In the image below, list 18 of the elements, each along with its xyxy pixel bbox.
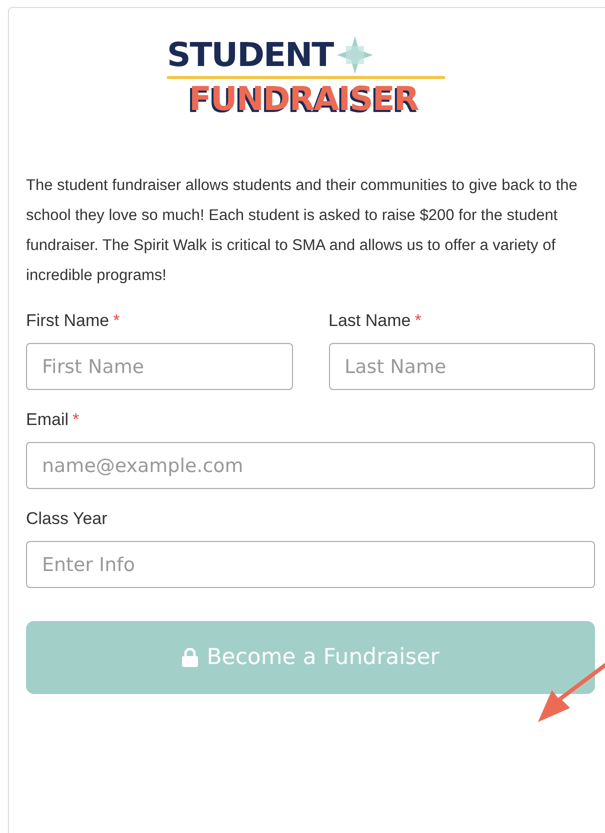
logo-text: STUDENT (167, 36, 334, 74)
description-text: The student fundraiser allows students and their communities to give back to the school they love so much! Each student is asked to raise $200 for the student fundraiser. The Spirit Walk is critical to SMA and allows us to offer a variety of incredible programs! (26, 176, 578, 286)
become-fundraiser-button[interactable]: Become a Fundraiser (26, 621, 595, 694)
lock-icon (182, 648, 198, 667)
star-icon (337, 36, 374, 74)
field-label: Last Name (328, 311, 411, 332)
input-field[interactable]: Last Name (328, 343, 595, 390)
required-mark: * (113, 311, 120, 332)
logo-text: FUNDRAISER (189, 79, 420, 119)
required-mark: * (72, 410, 80, 431)
input-field[interactable]: Enter Info (26, 541, 595, 588)
field-label: First Name (26, 311, 110, 332)
field-label: Class Year (26, 509, 108, 530)
required-mark: * (414, 311, 422, 332)
annotation-arrow (538, 662, 605, 724)
field-label: Email (26, 410, 69, 431)
input-field[interactable]: First Name (26, 343, 292, 390)
input-field[interactable]: name@example.com (26, 442, 595, 489)
